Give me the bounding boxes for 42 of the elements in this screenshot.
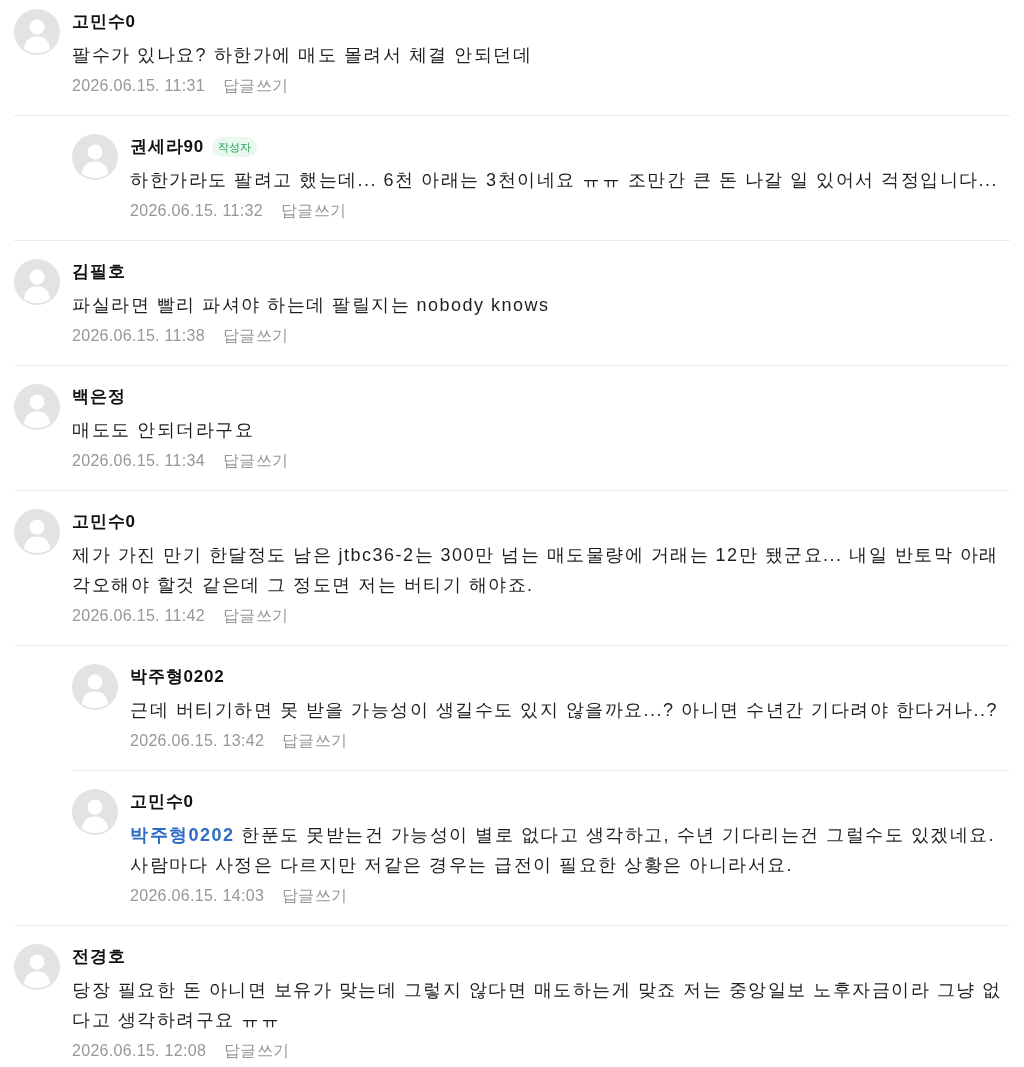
comment-text: 제가 가진 만기 한달정도 남은 jtbc36-2는 300만 넘는 매도물량에 거래는 12만 됐군요... 내일 반토막 아래 각오해야 할것 같은데 그 정도면 저는 버티기 해야죠. <box>72 544 1000 597</box>
mention-link[interactable]: 박주형0202 <box>130 825 235 845</box>
avatar-icon <box>14 9 60 55</box>
reply-link[interactable]: 답글쓰기 <box>222 73 289 99</box>
avatar-icon <box>14 259 60 305</box>
reply-link[interactable]: 답글쓰기 <box>280 198 347 224</box>
avatar-icon <box>72 664 118 710</box>
author-name[interactable]: 고민수0 <box>72 9 136 35</box>
author-name[interactable]: 박주형0202 <box>130 664 225 690</box>
comment-date: 2026.06.15. 11:38 <box>72 326 205 346</box>
comment-text: 파실라면 빨리 파셔야 하는데 팔릴지는 nobody knows <box>72 294 551 317</box>
reply-link[interactable]: 답글쓰기 <box>222 323 289 349</box>
avatar-icon <box>14 509 60 555</box>
author-name[interactable]: 고민수0 <box>72 509 136 535</box>
comment-date: 2026.06.15. 13:42 <box>130 731 265 751</box>
comment-date: 2026.06.15. 11:31 <box>72 76 205 96</box>
comment-text: 근데 버티기하면 못 받을 가능성이 생길수도 있지 않을까요...? 아니면 수년간 기다려야 한다거나..? <box>130 699 1000 722</box>
comment-text: 매도도 안되더라구요 <box>72 419 255 442</box>
reply-link[interactable]: 답글쓰기 <box>224 1038 290 1064</box>
author-badge: 작성자 <box>211 137 257 157</box>
comment-text: 당장 필요한 돈 아니면 보유가 맞는데 그렇지 않다면 매도하는게 맞죠 저는 중앙일보 노후자금이라 그냥 없다고 생각하려구요 ㅠㅠ <box>72 979 1003 1032</box>
avatar-icon <box>72 134 118 180</box>
comment-date: 2026.06.15. 11:32 <box>130 201 263 221</box>
comment-text: 팔수가 있나요? 하한가에 매도 몰려서 체결 안되던데 <box>72 44 534 67</box>
comment-date: 2026.06.15. 14:03 <box>130 886 265 906</box>
avatar-icon <box>72 789 118 835</box>
comment-text: 하한가라도 팔려고 했는데... 6천 아래는 3천이네요 ㅠㅠ 조만간 큰 돈 나갈 일 있어서 걱정입니다... <box>130 169 1000 192</box>
avatar-icon <box>14 384 60 430</box>
comment-date: 2026.06.15. 12:08 <box>72 1041 207 1061</box>
reply-link[interactable]: 답글쓰기 <box>222 603 289 629</box>
author-name[interactable]: 권세라90 <box>130 134 204 160</box>
avatar-icon <box>14 944 60 990</box>
author-name[interactable]: 고민수0 <box>130 789 194 815</box>
author-name[interactable]: 백은정 <box>72 384 126 410</box>
author-name[interactable]: 김필호 <box>72 259 126 285</box>
reply-link[interactable]: 답글쓰기 <box>222 448 289 474</box>
author-name[interactable]: 전경호 <box>72 944 126 970</box>
comment-date: 2026.06.15. 11:42 <box>72 606 205 626</box>
comment-text: 박주형0202 한푼도 못받는건 가능성이 별로 없다고 생각하고, 수년 기다리는건 그럴수도 있겠네요. 사람마다 사정은 다르지만 저같은 경우는 급전이 필요한 상황은 아니라서요. <box>130 824 997 877</box>
reply-link[interactable]: 답글쓰기 <box>282 883 348 909</box>
comment-date: 2026.06.15. 11:34 <box>72 451 205 471</box>
reply-link[interactable]: 답글쓰기 <box>282 728 348 754</box>
